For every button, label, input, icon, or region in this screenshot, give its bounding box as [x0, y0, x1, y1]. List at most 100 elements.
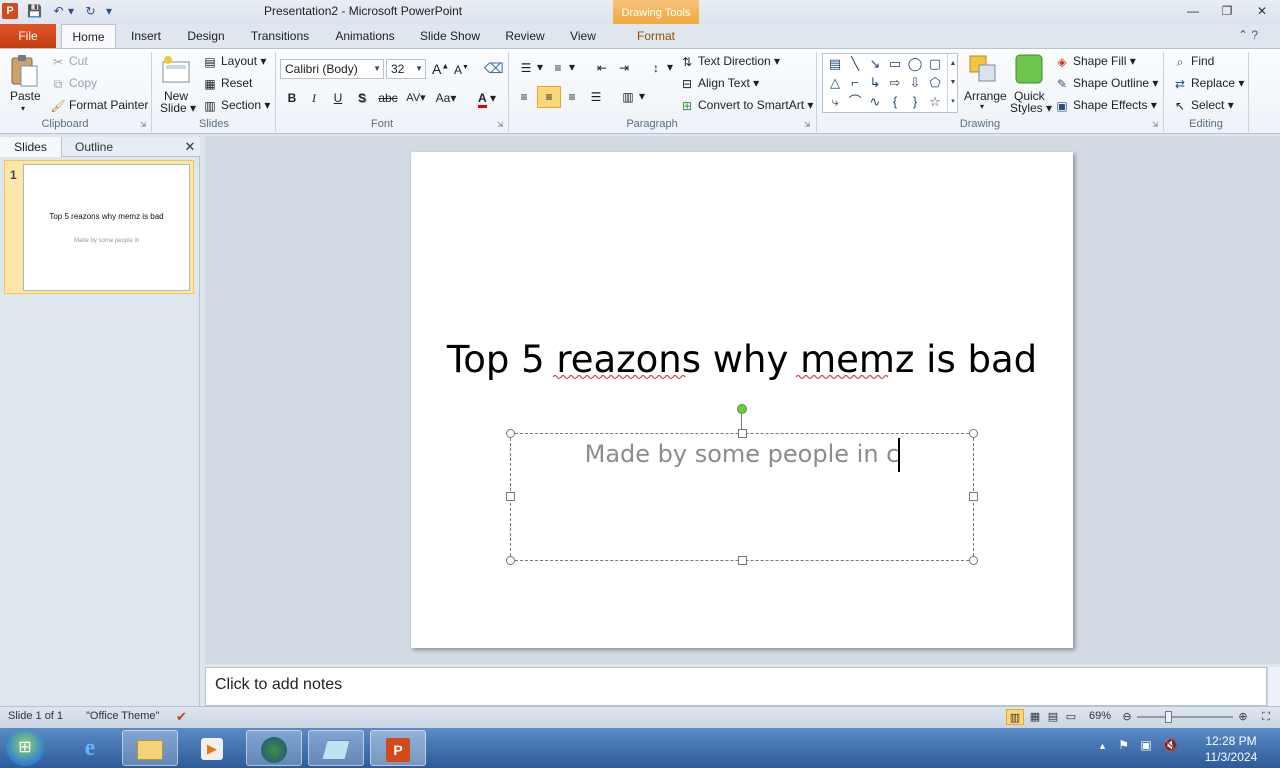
arrange-dropdown-icon[interactable]: ▾ — [980, 102, 984, 111]
spelling-check-icon[interactable]: ✔ — [176, 709, 187, 725]
align-left-button[interactable]: ≡ — [516, 89, 535, 105]
align-right-button[interactable]: ≡ — [564, 89, 583, 105]
columns-button[interactable]: ▥ ▾ — [620, 89, 645, 105]
change-case-button[interactable]: Aa▾ — [432, 89, 460, 107]
resize-handle-bottom-left[interactable] — [506, 556, 515, 565]
line-shape-icon[interactable]: ╲ — [845, 55, 865, 73]
help-icon[interactable]: ⌃ ? — [1238, 28, 1258, 42]
chevron-down-icon[interactable]: ▼ — [415, 60, 423, 78]
notes-pane[interactable] — [205, 667, 1267, 706]
find-button[interactable]: ⌕ Find — [1172, 54, 1215, 70]
action-center-flag-icon[interactable]: ⚑ — [1118, 738, 1129, 752]
elbow-connector-shape-icon[interactable]: ⌐ — [845, 74, 865, 92]
strikethrough-button[interactable]: abc — [376, 89, 400, 107]
rotate-handle[interactable] — [737, 404, 747, 414]
tab-slide-show[interactable]: Slide Show — [414, 24, 486, 48]
save-icon[interactable]: 💾 — [26, 3, 43, 20]
arrow-shape-icon[interactable]: ↘ — [865, 55, 885, 73]
quick-styles-icon[interactable] — [1014, 53, 1044, 85]
right-arrow-shape-icon[interactable]: ⇨ — [885, 74, 905, 92]
zoom-in-icon[interactable]: ⊕ — [1234, 709, 1252, 725]
browser-icon[interactable] — [246, 730, 302, 766]
grow-font-button[interactable]: A▲ — [432, 61, 449, 77]
right-brace-shape-icon[interactable]: } — [905, 93, 925, 111]
shapes-gallery[interactable]: ▤ ╲ ↘ ▭ ◯ ▢ △ ⌐ ↳ ⇨ ⇩ ⬠ ⤷ ⌒ ∿ { } ☆ ▲ ▼ ▾ — [822, 53, 958, 113]
bullets-button[interactable]: ☰ ▾ — [518, 60, 543, 76]
increase-indent-button[interactable]: ⇥ — [616, 60, 635, 76]
cut-button[interactable]: ✂ Cut — [50, 54, 88, 70]
numbering-button[interactable]: ≡ ▾ — [550, 60, 575, 76]
align-text-button[interactable]: ⊟ Align Text ▾ — [679, 76, 759, 92]
redo-icon[interactable]: ↻ — [82, 3, 99, 20]
format-painter-button[interactable]: 🖌 Format Painter — [50, 98, 148, 114]
tab-review[interactable]: Review — [500, 24, 550, 48]
slide-sorter-view-icon[interactable]: ▦ — [1026, 709, 1044, 725]
text-shadow-button[interactable]: S — [352, 89, 372, 107]
gallery-scroll-icon[interactable]: ▲ ▼ ▾ — [947, 54, 958, 112]
text-box-shape-icon[interactable]: ▤ — [825, 55, 845, 73]
new-slide-button[interactable]: Slide ▾ — [160, 101, 196, 115]
tab-insert[interactable]: Insert — [124, 24, 168, 48]
drawing-launcher-icon[interactable]: ⇲ — [1150, 120, 1160, 130]
paragraph-launcher-icon[interactable]: ⇲ — [802, 120, 812, 130]
tab-home[interactable]: Home — [61, 24, 116, 48]
triangle-shape-icon[interactable]: △ — [825, 74, 845, 92]
arrange-button[interactable]: Arrange — [964, 89, 1007, 103]
elbow-arrow-shape-icon[interactable]: ↳ — [865, 74, 885, 92]
replace-button[interactable]: ⇄ Replace ▾ — [1172, 76, 1244, 92]
tab-view[interactable]: View — [562, 24, 604, 48]
tab-format[interactable]: Format — [624, 24, 688, 48]
tab-animations[interactable]: Animations — [330, 24, 400, 48]
resize-handle-top-right[interactable] — [969, 429, 978, 438]
resize-handle-bottom[interactable] — [738, 556, 747, 565]
resize-handle-top[interactable] — [738, 429, 747, 438]
line-spacing-button[interactable]: ↕ ▾ — [648, 60, 673, 76]
reading-view-icon[interactable]: ▤ — [1044, 709, 1062, 725]
rounded-rectangle-shape-icon[interactable]: ▢ — [925, 55, 945, 73]
slide-show-view-icon[interactable]: ▭ — [1062, 709, 1080, 725]
convert-smartart-button[interactable]: ⊞ Convert to SmartArt ▾ — [679, 98, 813, 114]
resize-handle-right[interactable] — [969, 492, 978, 501]
decrease-indent-button[interactable]: ⇤ — [594, 60, 613, 76]
tab-slides[interactable]: Slides — [0, 137, 62, 157]
start-button[interactable]: ⊞ — [6, 730, 44, 766]
fit-to-window-icon[interactable]: ⛶ — [1257, 709, 1275, 725]
font-family-combo[interactable]: Calibri (Body) ▼ — [280, 59, 384, 79]
chevron-down-icon[interactable]: ▼ — [373, 60, 381, 78]
customize-qat-icon[interactable]: ▾ — [104, 3, 114, 20]
arc-shape-icon[interactable]: ⌒ — [845, 93, 865, 111]
subtitle-text[interactable]: Made by some people in c — [510, 440, 974, 468]
minimize-button[interactable]: — — [1180, 3, 1206, 19]
shape-fill-button[interactable]: ◈ Shape Fill ▾ — [1054, 54, 1135, 70]
layout-button[interactable]: ▤ Layout ▾ — [202, 54, 266, 70]
shape-outline-button[interactable]: ✎ Shape Outline ▾ — [1054, 76, 1158, 92]
resize-handle-top-left[interactable] — [506, 429, 515, 438]
restore-button[interactable]: ❐ — [1214, 3, 1240, 19]
rectangle-shape-icon[interactable]: ▭ — [885, 55, 905, 73]
arrange-icon[interactable] — [967, 53, 999, 85]
close-pane-icon[interactable]: ✕ — [182, 139, 198, 155]
taskbar-clock[interactable]: 12:28 PM 11/3/2024 — [1196, 733, 1266, 765]
undo-dropdown-icon[interactable]: ▾ — [66, 3, 76, 20]
internet-explorer-icon[interactable]: e — [62, 730, 118, 766]
new-slide-icon[interactable] — [160, 54, 192, 86]
pentagon-shape-icon[interactable]: ⬠ — [925, 74, 945, 92]
justify-button[interactable]: ☰ — [588, 89, 607, 105]
paste-dropdown-icon[interactable]: ▾ — [21, 104, 25, 113]
select-button[interactable]: ↖ Select ▾ — [1172, 98, 1234, 114]
notepad-icon[interactable] — [308, 730, 364, 766]
text-direction-button[interactable]: ⇅ Text Direction ▾ — [679, 54, 780, 70]
undo-icon[interactable]: ↶ — [50, 3, 67, 20]
media-player-icon[interactable]: ▶ — [184, 730, 240, 766]
section-button[interactable]: ▥ Section ▾ — [202, 98, 270, 114]
notes-placeholder[interactable]: Click to add notes — [215, 676, 342, 694]
resize-handle-bottom-right[interactable] — [969, 556, 978, 565]
font-color-button[interactable]: A ▾ — [472, 89, 502, 108]
zoom-slider-thumb[interactable] — [1165, 711, 1172, 723]
zoom-slider[interactable] — [1137, 716, 1233, 718]
slide-thumbnail[interactable] — [23, 164, 190, 291]
curved-arrow-shape-icon[interactable]: ⤷ — [825, 93, 845, 111]
italic-button[interactable]: I — [304, 89, 324, 107]
tab-transitions[interactable]: Transitions — [244, 24, 316, 48]
oval-shape-icon[interactable]: ◯ — [905, 55, 925, 73]
